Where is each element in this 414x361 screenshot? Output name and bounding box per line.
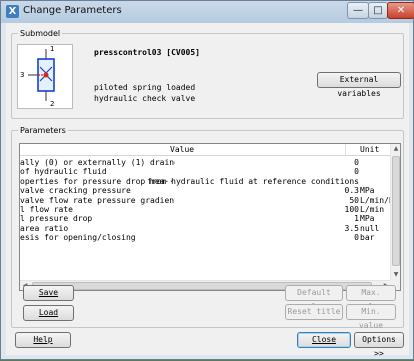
column-separator[interactable] xyxy=(345,144,346,156)
parameter-value[interactable]: 0 xyxy=(354,233,359,242)
parameter-unit: L/min/bar xyxy=(360,195,392,205)
scroll-up-icon[interactable]: ▲ xyxy=(391,144,400,154)
submodel-name: presscontrol03 [CV005] xyxy=(94,48,200,57)
minimize-button[interactable]: — xyxy=(347,2,369,19)
load-button[interactable]: Load xyxy=(23,305,74,321)
parameter-title: l flow rate xyxy=(20,204,73,214)
load-button-label: Load xyxy=(38,308,59,317)
save-button[interactable]: Save xyxy=(23,285,74,301)
app-icon: X xyxy=(6,5,19,18)
parameter-value[interactable]: 50 xyxy=(349,196,359,205)
scroll-down-icon[interactable]: ▼ xyxy=(391,270,400,280)
change-parameters-dialog: X Change Parameters — □ ✕ Submodel 1 3 2… xyxy=(0,0,414,360)
close-icon: ✕ xyxy=(396,5,406,16)
parameter-value[interactable]: 0 xyxy=(354,158,359,167)
maximize-button[interactable]: □ xyxy=(368,2,388,19)
options-button[interactable]: Options >> xyxy=(354,332,404,358)
vertical-scrollbar[interactable]: ▲ ▼ xyxy=(390,144,400,280)
column-header-value[interactable]: Value xyxy=(170,145,194,154)
port-label-top: 1 xyxy=(50,45,55,53)
parameter-value[interactable]: 3.5 xyxy=(345,224,359,233)
parameter-title: valve flow rate pressure gradient xyxy=(20,195,175,205)
default-value-button[interactable]: Default value xyxy=(285,285,343,311)
submodel-icon-box: 1 3 2 xyxy=(17,44,73,109)
close-button[interactable]: Close xyxy=(297,332,351,348)
help-button-label: Help xyxy=(33,335,53,344)
table-row[interactable]: operties for pressure drop mea··· from hy… xyxy=(20,177,392,186)
submodel-description-line-1: piloted spring loaded xyxy=(94,83,196,92)
submodel-description: piloted spring loaded hydraulic check va… xyxy=(94,82,195,104)
parameter-title: esis for opening/closing xyxy=(20,233,136,243)
table-row[interactable]: l pressure drop 1 MPa xyxy=(20,214,392,223)
parameters-table: Value Unit ally (0) or externally (1) dr… xyxy=(19,143,401,291)
parameters-rows: ally (0) or externally (1) drained 0 of hy… xyxy=(20,158,392,280)
check-valve-icon xyxy=(28,49,55,101)
save-button-label: Save xyxy=(38,288,59,297)
help-button[interactable]: Help xyxy=(15,332,71,348)
table-row[interactable]: of hydraulic fluid 0 xyxy=(20,167,392,176)
reset-title-button[interactable]: Reset title xyxy=(285,304,343,320)
minimize-icon: — xyxy=(353,5,363,16)
min-value-button[interactable]: Min. value xyxy=(346,304,396,330)
close-window-button[interactable]: ✕ xyxy=(387,2,414,19)
parameter-title: area ratio xyxy=(20,223,69,233)
table-row[interactable]: valve cracking pressure 0.3 MPa xyxy=(20,186,392,195)
table-row[interactable]: esis for opening/closing 0 bar xyxy=(20,233,392,242)
max-value-button[interactable]: Max. value xyxy=(346,285,396,311)
submodel-description-line-2: hydraulic check valve xyxy=(94,94,196,103)
parameters-table-header: Value Unit xyxy=(20,144,392,156)
table-row[interactable]: area ratio 3.5 null xyxy=(20,224,392,233)
table-row[interactable]: l flow rate 100 L/min xyxy=(20,205,392,214)
parameter-value[interactable]: 0 xyxy=(354,167,359,176)
parameter-unit: null xyxy=(360,223,380,233)
submodel-group: Submodel 1 3 2 presscontrol03 [CV005] pi… xyxy=(11,28,404,119)
title-bar[interactable]: X Change Parameters — □ ✕ xyxy=(1,1,414,23)
parameter-unit: MPa xyxy=(360,186,375,196)
parameter-value[interactable]: 1 xyxy=(354,214,359,223)
window-title: Change Parameters xyxy=(23,5,122,16)
parameter-unit: MPa xyxy=(360,214,375,224)
vertical-scroll-thumb[interactable] xyxy=(392,156,400,266)
column-header-unit[interactable]: Unit xyxy=(360,145,379,154)
parameter-value[interactable]: from hydraulic fluid at reference condit… xyxy=(147,177,359,186)
close-button-label: Close xyxy=(311,335,337,344)
submodel-group-label: Submodel xyxy=(18,28,63,39)
maximize-icon: □ xyxy=(373,5,383,16)
parameters-group-label: Parameters xyxy=(18,125,68,136)
parameter-unit: bar xyxy=(360,233,375,243)
external-variables-button[interactable]: External variables xyxy=(317,72,401,98)
table-row[interactable]: valve flow rate pressure gradient 50 L/min… xyxy=(20,196,392,205)
parameter-unit: L/min xyxy=(360,204,385,214)
parameter-value[interactable]: 100 xyxy=(345,205,359,214)
parameter-title: l pressure drop xyxy=(20,214,93,224)
parameter-title: valve cracking pressure xyxy=(20,186,131,196)
parameter-title: ally (0) or externally (1) drained xyxy=(20,158,175,167)
port-label-left: 3 xyxy=(20,71,25,79)
dialog-client-area: Submodel 1 3 2 presscontrol03 [CV005] pi… xyxy=(6,23,409,358)
port-label-bottom: 2 xyxy=(50,100,55,108)
table-row[interactable]: ally (0) or externally (1) drained 0 xyxy=(20,158,392,167)
parameter-value[interactable]: 0.3 xyxy=(345,186,359,195)
parameter-title: of hydraulic fluid xyxy=(20,167,107,177)
